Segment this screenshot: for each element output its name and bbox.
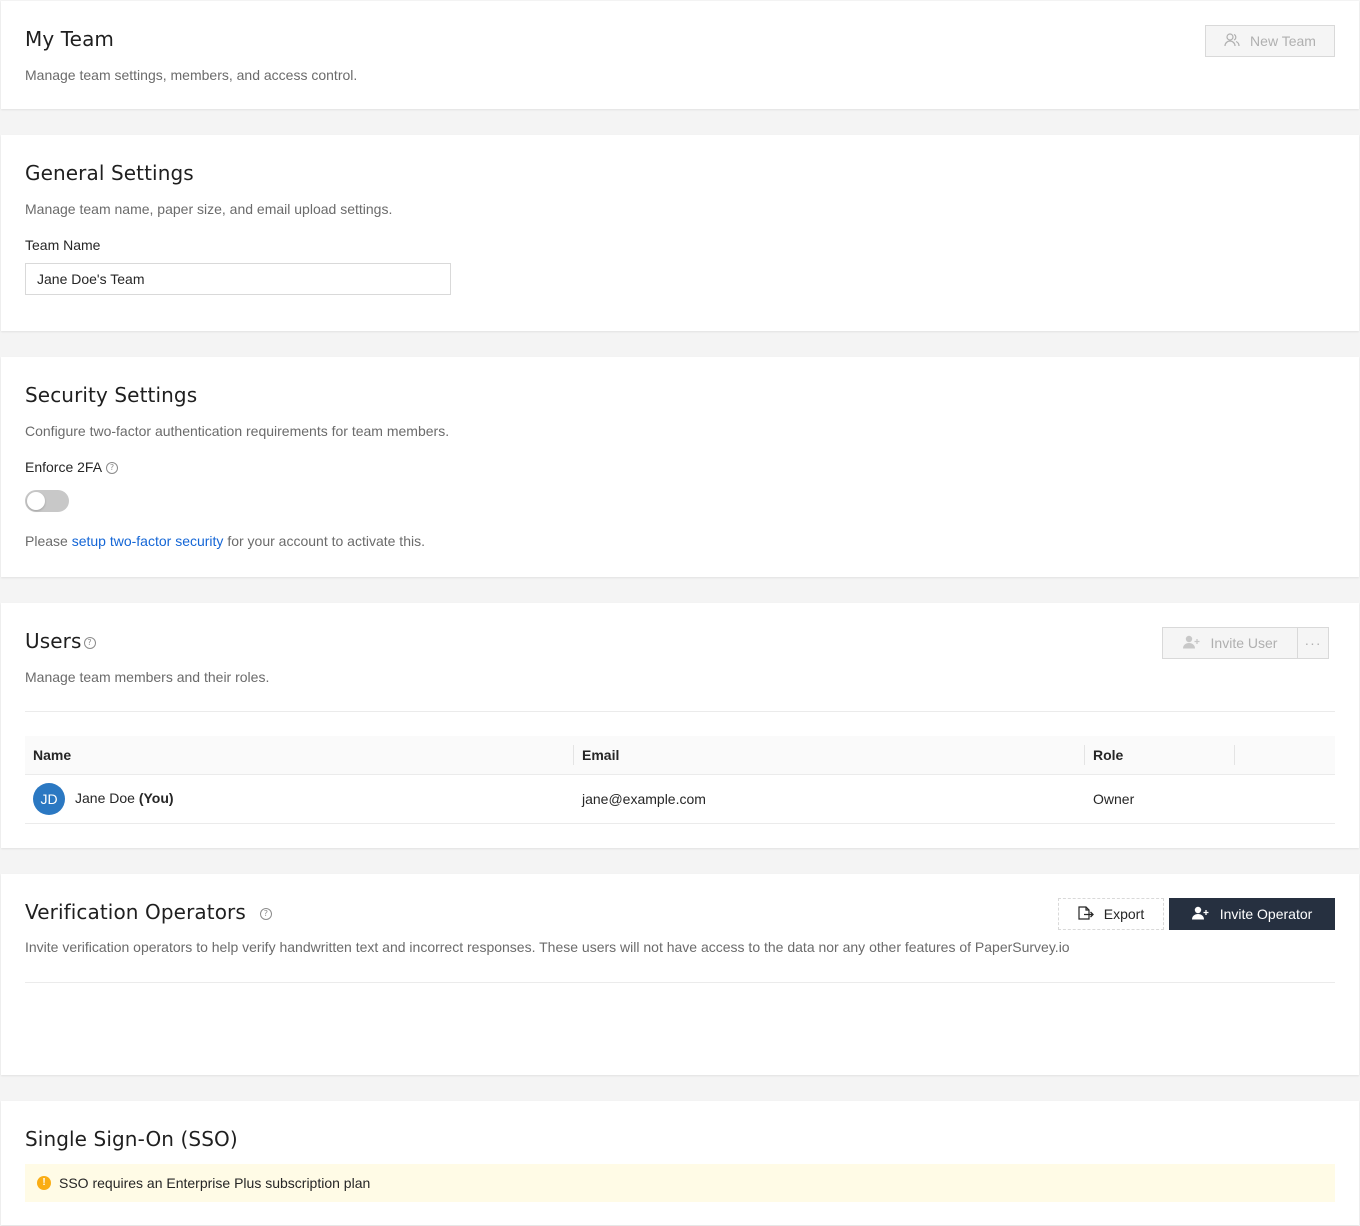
toggle-knob xyxy=(27,492,45,510)
user-email: jane@example.com xyxy=(582,791,706,807)
you-tag: (You) xyxy=(138,790,174,806)
users-divider xyxy=(25,711,1335,712)
ellipsis-icon: ··· xyxy=(1304,635,1322,651)
general-settings-subtitle: Manage team name, paper size, and email … xyxy=(25,201,393,217)
team-name-label: Team Name xyxy=(25,237,101,253)
2fa-note: Please setup two-factor security for you… xyxy=(25,533,425,549)
operators-title: Verification Operators xyxy=(25,900,246,924)
column-header-role: Role xyxy=(1093,747,1124,763)
team-icon xyxy=(1224,32,1240,50)
new-team-button[interactable]: New Team xyxy=(1205,25,1335,57)
user-name-cell: Jane Doe (You) xyxy=(67,775,174,823)
users-title-row: Users? xyxy=(25,629,96,653)
security-settings-title: Security Settings xyxy=(25,383,198,407)
add-user-icon xyxy=(1182,635,1201,652)
my-team-card: My Team Manage team settings, members, a… xyxy=(1,1,1359,109)
user-name: Jane Doe xyxy=(75,790,135,806)
invite-user-button[interactable]: Invite User xyxy=(1162,627,1298,659)
invite-operator-button[interactable]: Invite Operator xyxy=(1169,898,1335,930)
users-subtitle: Manage team members and their roles. xyxy=(25,669,270,685)
enforce-2fa-toggle[interactable] xyxy=(25,490,69,512)
page-subtitle: Manage team settings, members, and acces… xyxy=(25,67,358,83)
enforce-2fa-label: Enforce 2FA xyxy=(25,459,103,475)
invite-operator-label: Invite Operator xyxy=(1219,906,1313,922)
warning-icon: ! xyxy=(37,1176,51,1190)
table-row[interactable]: JD Jane Doe (You) jane@example.com Owner xyxy=(25,775,1335,824)
verification-operators-card: Verification Operators? Invite verificat… xyxy=(1,874,1359,1075)
general-settings-title: General Settings xyxy=(25,161,194,185)
users-table-header: Name Email Role xyxy=(25,736,1335,775)
security-settings-subtitle: Configure two-factor authentication requ… xyxy=(25,423,450,439)
users-title: Users xyxy=(25,629,82,653)
column-divider xyxy=(1234,745,1235,765)
security-settings-card: Security Settings Configure two-factor a… xyxy=(1,357,1359,577)
operators-divider xyxy=(25,982,1335,983)
operators-title-row: Verification Operators? xyxy=(25,900,272,924)
column-header-email: Email xyxy=(582,747,620,763)
export-icon xyxy=(1078,905,1094,923)
help-icon[interactable]: ? xyxy=(83,636,96,649)
column-header-name: Name xyxy=(33,747,72,763)
add-user-icon xyxy=(1191,906,1210,923)
setup-2fa-link[interactable]: setup two-factor security xyxy=(72,533,224,549)
user-role: Owner xyxy=(1093,791,1135,807)
invite-user-label: Invite User xyxy=(1210,635,1278,651)
team-name-input[interactable]: Jane Doe's Team xyxy=(25,263,451,295)
2fa-note-suffix: for your account to activate this. xyxy=(223,533,425,549)
sso-alert: ! SSO requires an Enterprise Plus subscr… xyxy=(25,1164,1335,1202)
export-button[interactable]: Export xyxy=(1058,898,1164,930)
page-title: My Team xyxy=(25,27,115,51)
2fa-note-prefix: Please xyxy=(25,533,72,549)
general-settings-card: General Settings Manage team name, paper… xyxy=(1,135,1359,331)
avatar: JD xyxy=(33,783,65,815)
help-icon[interactable]: ? xyxy=(259,907,272,920)
users-card: Users? Manage team members and their rol… xyxy=(1,603,1359,848)
help-icon[interactable]: ? xyxy=(106,462,119,475)
sso-alert-text: SSO requires an Enterprise Plus subscrip… xyxy=(59,1175,371,1191)
export-label: Export xyxy=(1103,906,1145,922)
users-more-button[interactable]: ··· xyxy=(1297,627,1329,659)
enforce-2fa-label-row: Enforce 2FA? xyxy=(25,459,119,475)
sso-title: Single Sign-On (SSO) xyxy=(25,1127,238,1151)
sso-card: Single Sign-On (SSO) ! SSO requires an E… xyxy=(1,1101,1359,1225)
operators-subtitle: Invite verification operators to help ve… xyxy=(25,939,1070,955)
new-team-label: New Team xyxy=(1250,33,1316,49)
